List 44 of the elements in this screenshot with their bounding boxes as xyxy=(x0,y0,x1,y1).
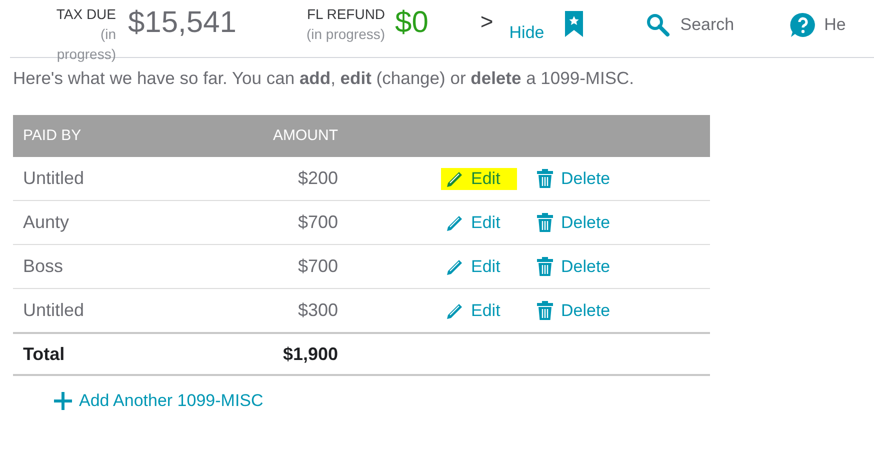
trash-icon xyxy=(537,257,553,276)
table-cell-text: $200 xyxy=(296,167,338,190)
delete-button[interactable]: Delete xyxy=(537,298,610,324)
search-icon xyxy=(646,12,670,37)
tax-due-amount: $15,541 xyxy=(128,5,236,41)
total-label: Total xyxy=(23,342,66,366)
search-button[interactable]: Search xyxy=(646,12,734,38)
table-cell-text: Aunty xyxy=(23,211,70,234)
table-cell-text: Boss xyxy=(23,255,64,278)
edit-button[interactable]: Edit xyxy=(441,212,517,234)
delete-button[interactable]: Delete xyxy=(537,254,610,280)
trash-icon xyxy=(537,169,553,188)
tax-due-label: TAX DUE xyxy=(56,5,116,24)
table-cell-text: $700 xyxy=(296,255,338,278)
table-cell-text: Untitled xyxy=(23,167,86,190)
refund-amount: $0 xyxy=(395,5,428,41)
expand-button[interactable]: > xyxy=(480,8,494,36)
tax-due-note: (in progress) xyxy=(56,25,116,64)
delete-button[interactable]: Delete xyxy=(537,166,610,192)
total-amount: $1,900 xyxy=(282,342,338,366)
table-cell-text: Untitled xyxy=(23,299,86,322)
column-header: PAID BY xyxy=(23,126,82,146)
pencil-icon xyxy=(446,169,465,188)
delete-button[interactable]: Delete xyxy=(537,210,610,236)
bookmark-icon[interactable] xyxy=(564,11,584,37)
column-header: AMOUNT xyxy=(272,126,338,146)
hide-link[interactable]: Hide xyxy=(509,22,544,44)
edit-button[interactable]: Edit xyxy=(441,300,517,322)
trash-icon xyxy=(537,301,553,320)
table-cell-text: $300 xyxy=(296,299,338,322)
edit-button[interactable]: Edit xyxy=(441,256,517,278)
plus-icon xyxy=(53,390,73,411)
table-cell-text: $700 xyxy=(296,211,338,234)
refund-label: FL REFUND xyxy=(307,5,386,24)
add-another-link[interactable]: Add Another 1099-MISC xyxy=(53,388,264,414)
help-icon xyxy=(790,12,816,38)
trash-icon xyxy=(537,213,553,232)
edit-button[interactable]: Edit xyxy=(441,168,517,190)
help-button[interactable]: He xyxy=(790,12,846,38)
pencil-icon xyxy=(446,257,465,276)
refund-note: (in progress) xyxy=(306,25,386,44)
pencil-icon xyxy=(446,213,465,232)
intro-text: Here's what we have so far. You can add, edit (change) or delete a 1099-MISC. xyxy=(13,67,636,90)
pencil-icon xyxy=(446,301,465,320)
